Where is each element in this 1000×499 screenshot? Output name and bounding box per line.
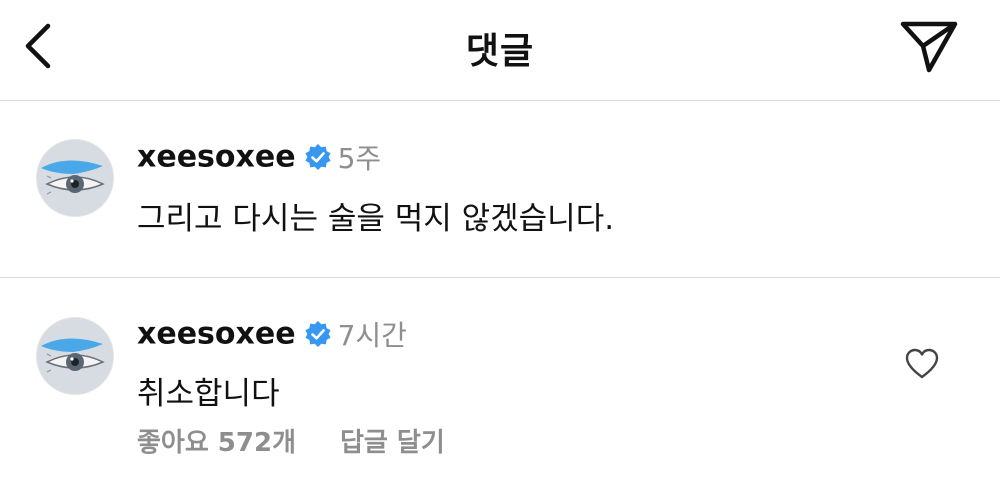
send-paper-plane-icon[interactable] bbox=[895, 12, 963, 76]
comment-time: 7시간 bbox=[337, 319, 407, 352]
comment-meta: xeesoxee 7시간 bbox=[137, 314, 407, 354]
avatar-eye-image bbox=[37, 318, 113, 394]
comment-item: xeesoxee 7시간 취소합니다 좋아요 572개 답글 달기 bbox=[0, 278, 1000, 499]
comment-username[interactable]: xeesoxee bbox=[137, 140, 296, 175]
comment-actions: 좋아요 572개 답글 달기 bbox=[137, 422, 445, 459]
verified-badge-icon bbox=[304, 144, 331, 170]
page-title: 댓글 bbox=[465, 31, 535, 72]
verified-badge-icon bbox=[304, 321, 331, 347]
comment-time: 5주 bbox=[337, 142, 382, 175]
heart-icon[interactable] bbox=[905, 348, 939, 380]
comment-username[interactable]: xeesoxee bbox=[137, 317, 296, 352]
comment-text: 그리고 다시는 술을 먹지 않겠습니다. bbox=[137, 201, 615, 237]
comment-text: 취소합니다 bbox=[137, 376, 280, 412]
comment-item: xeesoxee 5주 그리고 다시는 술을 먹지 않겠습니다. bbox=[0, 101, 1000, 278]
reply-button[interactable]: 답글 달기 bbox=[340, 428, 445, 458]
avatar[interactable] bbox=[36, 317, 114, 395]
header-bar: 댓글 bbox=[0, 0, 1000, 101]
avatar[interactable] bbox=[36, 139, 114, 217]
comment-meta: xeesoxee 5주 bbox=[137, 137, 381, 177]
avatar-eye-image bbox=[37, 140, 113, 216]
likes-count[interactable]: 좋아요 572개 bbox=[137, 428, 296, 458]
